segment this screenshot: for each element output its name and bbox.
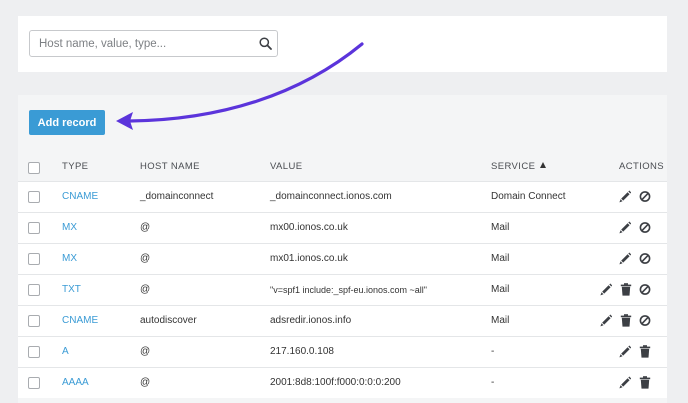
record-value: mx01.ionos.co.uk [270, 253, 348, 264]
record-value: 2001:8d8:100f:f000:0:0:0:200 [270, 377, 401, 388]
pencil-icon[interactable] [619, 376, 631, 389]
record-type-link[interactable]: A [62, 346, 69, 357]
trash-icon[interactable] [639, 345, 651, 358]
table-row: MX @ mx00.ionos.co.uk Mail [18, 212, 667, 243]
table-row: CNAME _domainconnect _domainconnect.iono… [18, 181, 667, 212]
search-panel [18, 16, 667, 72]
record-value: mx00.ionos.co.uk [270, 222, 348, 233]
record-service: Domain Connect [491, 191, 566, 202]
pencil-icon[interactable] [619, 252, 631, 265]
record-host-name: @ [140, 222, 151, 233]
trash-icon[interactable] [639, 376, 651, 389]
row-checkbox[interactable] [28, 377, 40, 389]
dns-records-panel: Add record TYPE HOST NAME VALUE SERVICE … [18, 95, 667, 403]
block-icon[interactable] [639, 283, 651, 296]
column-header-value[interactable]: VALUE [270, 161, 302, 172]
block-icon[interactable] [639, 252, 651, 265]
pencil-icon[interactable] [619, 345, 631, 358]
pencil-icon[interactable] [619, 190, 631, 203]
record-value: 217.160.0.108 [270, 346, 334, 357]
row-checkbox[interactable] [28, 253, 40, 265]
record-type-link[interactable]: TXT [62, 284, 81, 295]
table-row: TXT @ "v=spf1 include:_spf-eu.ionos.com … [18, 274, 667, 305]
record-service: - [491, 346, 495, 357]
record-service: Mail [491, 315, 510, 326]
row-checkbox[interactable] [28, 284, 40, 296]
block-icon[interactable] [639, 314, 651, 327]
record-value: adsredir.ionos.info [270, 315, 352, 326]
block-icon[interactable] [639, 190, 651, 203]
column-header-type[interactable]: TYPE [62, 161, 88, 172]
record-type-link[interactable]: AAAA [62, 377, 89, 388]
trash-icon[interactable] [620, 314, 632, 327]
table-row: AAAA @ 2001:8d8:100f:f000:0:0:0:200 - [18, 367, 667, 398]
column-header-host-name[interactable]: HOST NAME [140, 161, 200, 172]
table-row: A @ 217.160.0.108 - [18, 336, 667, 367]
column-header-service-label: SERVICE [491, 161, 536, 172]
record-host-name: @ [140, 377, 151, 388]
record-type-link[interactable]: CNAME [62, 315, 98, 326]
record-host-name: autodiscover [140, 315, 197, 326]
record-host-name: _domainconnect [140, 191, 214, 202]
record-type-link[interactable]: CNAME [62, 191, 98, 202]
sort-ascending-icon[interactable] [540, 162, 547, 168]
trash-icon[interactable] [620, 283, 632, 296]
table-row: CNAME autodiscover adsredir.ionos.info M… [18, 305, 667, 336]
column-header-actions: ACTIONS [619, 161, 665, 172]
row-checkbox[interactable] [28, 315, 40, 327]
record-service: Mail [491, 222, 510, 233]
record-host-name: @ [140, 346, 151, 357]
select-all-checkbox[interactable] [28, 162, 40, 174]
record-service: Mail [491, 284, 510, 295]
table-header: TYPE HOST NAME VALUE SERVICE ACTIONS [18, 151, 667, 181]
record-service: Mail [491, 253, 510, 264]
record-host-name: @ [140, 284, 151, 295]
record-service: - [491, 377, 495, 388]
pencil-icon[interactable] [600, 314, 612, 327]
row-checkbox[interactable] [28, 346, 40, 358]
record-host-name: @ [140, 253, 151, 264]
search-box[interactable] [29, 30, 278, 57]
table-row: MX @ mx01.ionos.co.uk Mail [18, 243, 667, 274]
search-icon[interactable] [259, 37, 272, 50]
search-input[interactable] [30, 31, 250, 56]
record-type-link[interactable]: MX [62, 253, 77, 264]
row-checkbox[interactable] [28, 191, 40, 203]
block-icon[interactable] [639, 221, 651, 234]
pencil-icon[interactable] [600, 283, 612, 296]
record-value: "v=spf1 include:_spf-eu.ionos.com ~all" [270, 285, 427, 295]
add-record-button[interactable]: Add record [29, 110, 105, 135]
column-header-service[interactable]: SERVICE [491, 161, 547, 172]
record-value: _domainconnect.ionos.com [270, 191, 392, 202]
row-checkbox[interactable] [28, 222, 40, 234]
record-type-link[interactable]: MX [62, 222, 77, 233]
pencil-icon[interactable] [619, 221, 631, 234]
